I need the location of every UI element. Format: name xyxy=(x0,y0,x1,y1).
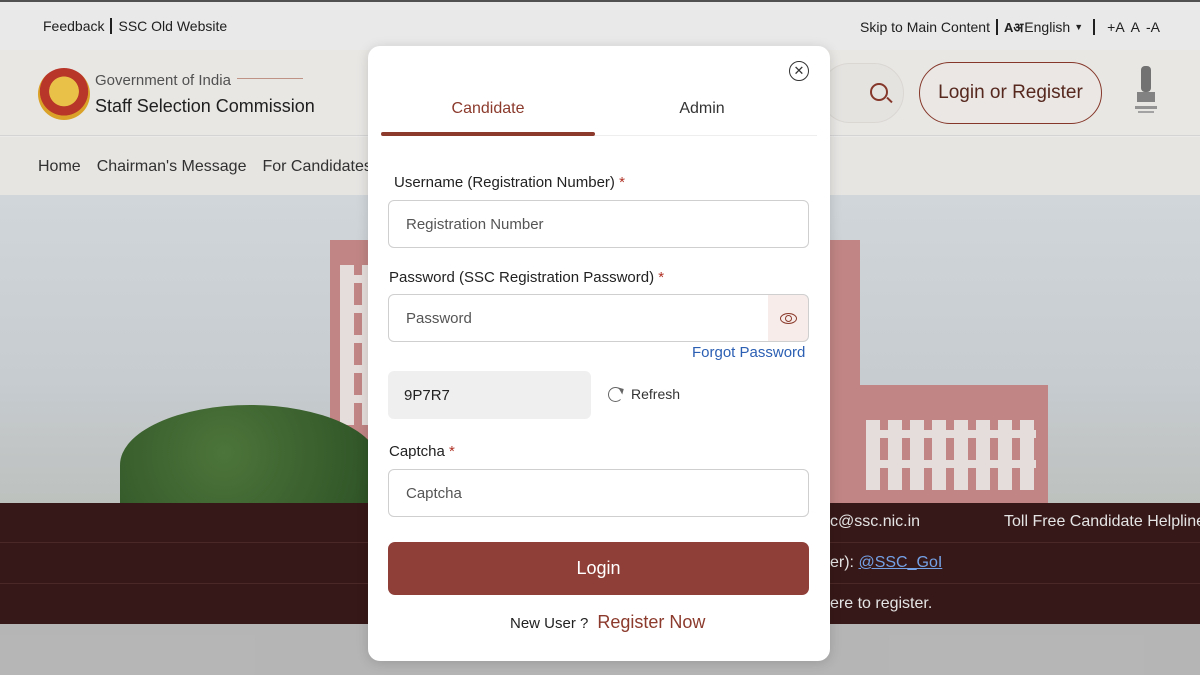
password-label-text: Password (SSC Registration Password) xyxy=(389,269,655,286)
forgot-password-link[interactable]: Forgot Password xyxy=(692,344,805,361)
login-modal: ✕ Candidate Admin Username (Registration… xyxy=(368,46,830,661)
login-button[interactable]: Login xyxy=(388,542,809,595)
captcha-label-text: Captcha xyxy=(389,443,445,460)
tab-candidate[interactable]: Candidate xyxy=(381,100,595,118)
new-user-text: New User ? xyxy=(510,615,589,632)
active-tab-indicator xyxy=(381,132,595,136)
captcha-image: 9P7R7 xyxy=(388,371,591,419)
show-password-button[interactable] xyxy=(768,294,809,342)
register-now-link[interactable]: Register Now xyxy=(597,612,705,633)
username-label: Username (Registration Number) * xyxy=(394,174,625,191)
username-input[interactable]: Registration Number xyxy=(388,200,809,248)
eye-icon xyxy=(779,312,797,324)
username-label-text: Username (Registration Number) xyxy=(394,174,615,191)
close-icon[interactable]: ✕ xyxy=(789,61,809,81)
tab-admin[interactable]: Admin xyxy=(595,100,809,118)
new-user-row: New User ? Register Now xyxy=(510,612,705,633)
refresh-icon xyxy=(608,386,623,402)
password-label: Password (SSC Registration Password) * xyxy=(389,269,664,286)
captcha-input[interactable]: Captcha xyxy=(388,469,809,517)
required-mark: * xyxy=(449,443,455,460)
refresh-label: Refresh xyxy=(631,386,681,402)
captcha-label: Captcha * xyxy=(389,443,455,460)
required-mark: * xyxy=(619,174,625,191)
password-input[interactable]: Password xyxy=(388,294,769,342)
required-mark: * xyxy=(658,269,665,286)
refresh-captcha-button[interactable]: Refresh xyxy=(608,386,680,402)
